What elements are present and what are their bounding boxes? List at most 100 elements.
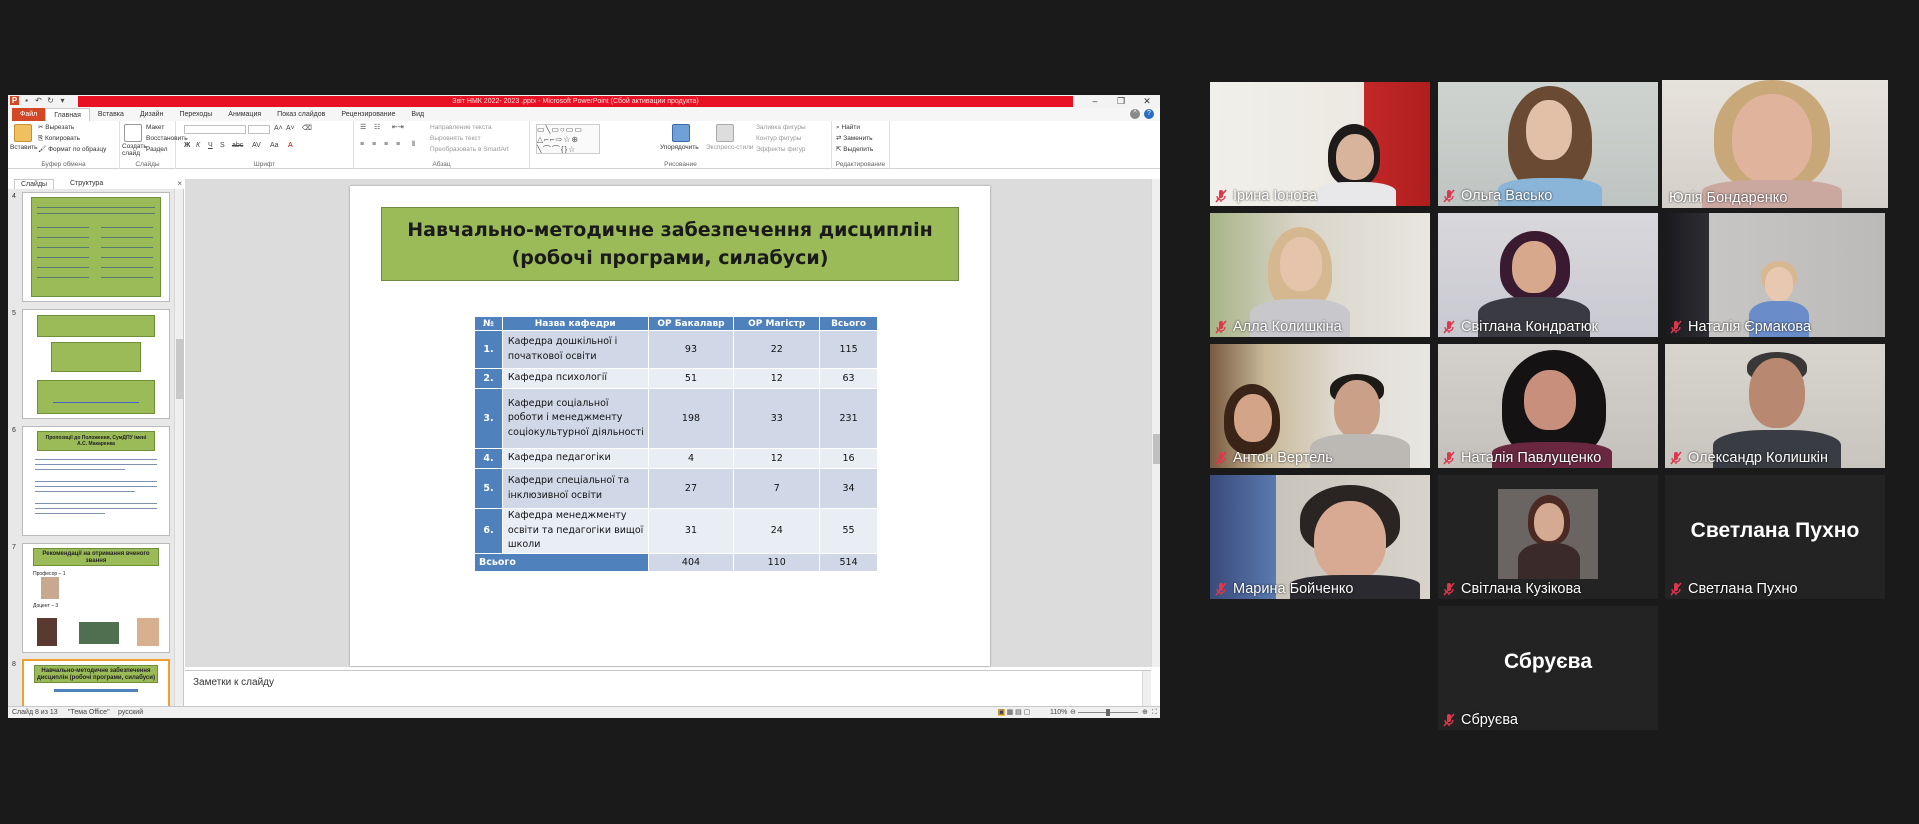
participant-tile[interactable]: Світлана Кондратюк <box>1438 213 1658 337</box>
powerpoint-logo-icon[interactable]: P <box>10 96 19 105</box>
tab-file[interactable]: Файл <box>12 108 46 121</box>
copy-button[interactable]: ⎘ Копировать <box>38 134 80 143</box>
slide-thumbnail-7[interactable]: Рекомендації на отримання вченого звання… <box>22 543 170 653</box>
zoom-in-icon[interactable]: ⊕ <box>1142 707 1148 718</box>
quick-styles-button[interactable]: Экспресс-стили <box>706 143 754 152</box>
strike-icon[interactable]: abc <box>232 141 243 151</box>
zoom-level[interactable]: 110% <box>1050 707 1067 718</box>
replace-button[interactable]: ⇄ Заменить <box>836 134 872 143</box>
slide-thumbnail-5[interactable] <box>22 309 170 419</box>
reading-view-icon[interactable]: ▤ <box>1015 709 1022 716</box>
participant-tile[interactable]: Олександр Колишкін <box>1665 344 1885 468</box>
spacing-icon[interactable]: AV <box>252 141 261 151</box>
view-buttons[interactable]: ▣ ▦ ▤ ▢ <box>998 707 1030 718</box>
participant-tile[interactable]: Ірина Іонова <box>1210 82 1430 206</box>
grow-font-icon[interactable]: A˄ <box>274 124 283 134</box>
arrange-button[interactable]: Упорядочить <box>660 143 699 152</box>
canvas-scrollbar[interactable] <box>1151 179 1160 667</box>
help-icon[interactable]: ? <box>1144 109 1154 119</box>
participant-tile[interactable]: Марина Бойченко <box>1210 475 1430 599</box>
notes-scrollbar[interactable] <box>1142 671 1151 707</box>
participant-tile[interactable]: Світлана Кузікова <box>1438 475 1658 599</box>
tab-transitions[interactable]: Переходы <box>171 108 220 121</box>
shape-fill-button[interactable]: Заливка фигуры <box>756 123 806 132</box>
language[interactable]: русский <box>118 707 143 718</box>
maximize-button[interactable]: ❐ <box>1108 95 1134 108</box>
notes-placeholder[interactable]: Заметки к слайду <box>193 677 274 688</box>
ribbon-minimize-icon[interactable]: ^ <box>1130 109 1140 119</box>
tab-animations[interactable]: Анимация <box>220 108 269 121</box>
clear-format-icon[interactable]: ⌫ <box>302 124 312 134</box>
shadow-icon[interactable]: S <box>220 141 225 151</box>
slide-thumbnail-4[interactable] <box>22 192 170 302</box>
tab-slideshow[interactable]: Показ слайдов <box>269 108 333 121</box>
find-button[interactable]: ⌕ Найти <box>836 123 860 132</box>
tab-home[interactable]: Главная <box>45 107 90 122</box>
bullets-icon[interactable]: ☰ <box>360 123 366 133</box>
current-slide[interactable]: Навчально-методичне забезпечення дисципл… <box>350 186 990 666</box>
participant-tile[interactable]: Наталія Єрмакова <box>1665 213 1885 337</box>
notes-pane[interactable]: Заметки к слайду <box>185 670 1151 707</box>
save-icon[interactable]: ▪ <box>22 96 31 105</box>
shapes-gallery[interactable]: ▭╲▭○▭▭ △⌐⌐⇨☆⊕ ╲⌒⌒{}☆ <box>536 124 600 154</box>
participant-tile[interactable]: Сбруєва Сбруєва <box>1438 606 1658 730</box>
columns-icon[interactable]: ⫴ <box>412 140 415 150</box>
tab-outline[interactable]: Структура <box>64 179 109 189</box>
undo-icon[interactable]: ↶ <box>34 96 43 105</box>
slideshow-view-icon[interactable]: ▢ <box>1024 709 1031 716</box>
arrange-icon[interactable] <box>672 124 690 142</box>
zoom-slider-thumb[interactable] <box>1106 709 1110 716</box>
align-text-button[interactable]: Выровнять текст <box>430 134 481 143</box>
shape-outline-button[interactable]: Контур фигуры <box>756 134 801 143</box>
tab-insert[interactable]: Вставка <box>90 108 132 121</box>
new-slide-button[interactable]: Создать слайд <box>122 143 147 157</box>
panel-close-button[interactable]: × <box>177 179 182 189</box>
close-button[interactable]: ✕ <box>1134 95 1160 108</box>
participant-tile[interactable]: Антон Вертель <box>1210 344 1430 468</box>
font-name-select[interactable] <box>184 125 246 134</box>
align-left-icon[interactable]: ≡ <box>360 140 364 150</box>
slide-thumbnail-8[interactable]: Навчально-методичне забезпечення дисципл… <box>22 659 170 706</box>
section-button[interactable]: Раздел <box>146 145 167 154</box>
slide-thumbnail-6[interactable]: Пропозиції до Положення, СумДПУ імені А.… <box>22 426 170 536</box>
indent-icon[interactable]: ⇤⇥ <box>392 123 404 133</box>
redo-icon[interactable]: ↻ <box>46 96 55 105</box>
align-right-icon[interactable]: ≡ <box>384 140 388 150</box>
zoom-out-icon[interactable]: ⊖ <box>1070 707 1076 718</box>
fit-slide-icon[interactable]: ⛶ <box>1152 707 1157 718</box>
participant-tile[interactable]: Алла Колишкіна <box>1210 213 1430 337</box>
canvas-scroll-thumb[interactable] <box>1153 434 1160 464</box>
paste-icon[interactable] <box>14 124 32 142</box>
shrink-font-icon[interactable]: A˅ <box>286 124 295 134</box>
smartart-button[interactable]: Преобразовать в SmartArt <box>430 145 509 154</box>
shape-effects-button[interactable]: Эффекты фигур <box>756 145 806 154</box>
tab-slides[interactable]: Слайды <box>14 179 55 189</box>
align-center-icon[interactable]: ≡ <box>372 140 376 150</box>
underline-icon[interactable]: Ч <box>208 141 213 151</box>
format-painter-button[interactable]: 🖌 Формат по образцу <box>38 145 106 154</box>
justify-icon[interactable]: ≡ <box>396 140 400 150</box>
normal-view-icon[interactable]: ▣ <box>998 709 1005 716</box>
tab-review[interactable]: Рецензирование <box>333 108 403 121</box>
participant-tile[interactable]: Ольга Васько <box>1438 82 1658 206</box>
case-icon[interactable]: Aa <box>270 141 279 151</box>
quick-styles-icon[interactable] <box>716 124 734 142</box>
tab-design[interactable]: Дизайн <box>132 108 172 121</box>
tab-view[interactable]: Вид <box>403 108 432 121</box>
participant-tile[interactable]: Светлана Пухно Светлана Пухно <box>1665 475 1885 599</box>
minimize-button[interactable]: – <box>1082 95 1108 108</box>
new-slide-icon[interactable] <box>124 124 142 142</box>
customize-qat-icon[interactable]: ▾ <box>58 96 67 105</box>
select-button[interactable]: ⇱ Выделить <box>836 145 873 154</box>
numbering-icon[interactable]: ☷ <box>374 123 380 133</box>
panel-scroll-thumb[interactable] <box>176 339 183 399</box>
text-direction-button[interactable]: Направление текста <box>430 123 492 132</box>
participant-tile-active-speaker[interactable]: Юлія Бондаренко <box>1662 80 1888 208</box>
cut-button[interactable]: ✂ Вырезать <box>38 123 74 132</box>
participant-tile[interactable]: Наталія Павлущенко <box>1438 344 1658 468</box>
sorter-view-icon[interactable]: ▦ <box>1007 709 1014 716</box>
font-size-select[interactable] <box>248 125 270 134</box>
italic-icon[interactable]: К <box>196 141 200 151</box>
panel-scrollbar[interactable] <box>174 189 183 706</box>
layout-button[interactable]: Макет <box>146 123 164 132</box>
